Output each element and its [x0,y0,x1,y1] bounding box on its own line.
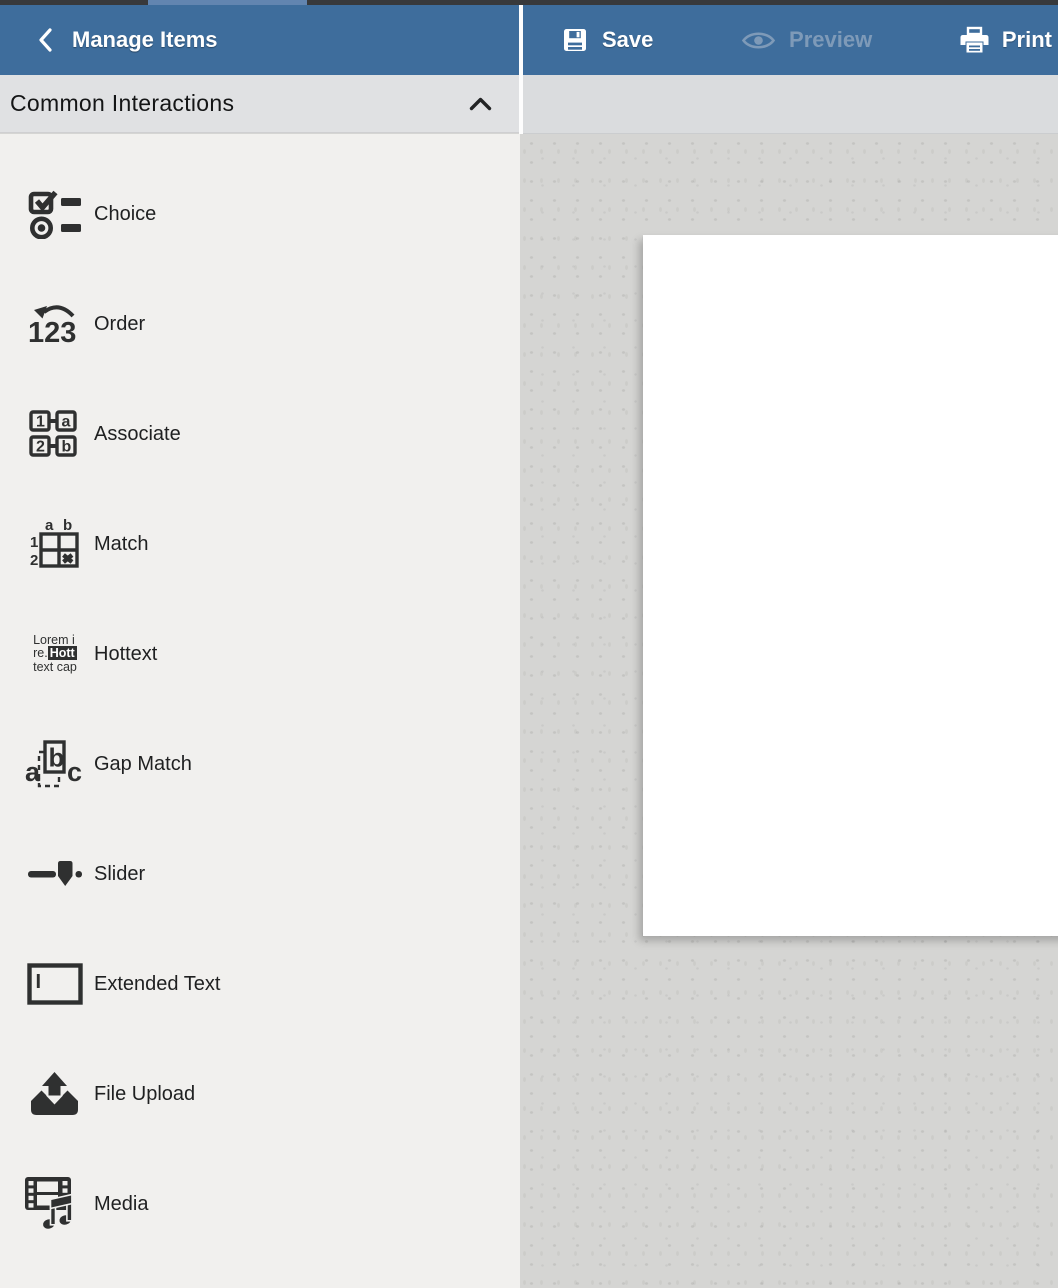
print-button[interactable]: Print [960,26,1052,55]
sidebar-item-extended-text[interactable]: I Extended Text [0,929,520,1039]
sidebar-item-label: Media [94,1193,148,1216]
save-button-label: Save [602,27,653,53]
extended-text-icon: I [22,963,88,1005]
section-title: Common Interactions [10,90,234,117]
chevron-up-icon [469,97,492,111]
sidebar-item-slider[interactable]: Slider [0,819,520,929]
svg-text:a: a [62,414,71,431]
hottext-icon: Lorem i re.Hott text cap [22,634,88,675]
preview-button[interactable]: Preview [741,27,872,53]
svg-text:2: 2 [36,439,45,456]
svg-text:c: c [67,757,82,787]
sidebar-item-media[interactable]: Media [0,1149,520,1259]
svg-text:b: b [62,439,72,456]
sidebar-item-label: Order [94,313,145,336]
svg-text:b: b [63,519,72,534]
slider-icon [22,860,88,888]
sidebar-item-label: File Upload [94,1083,195,1106]
sidebar-item-hottext[interactable]: Lorem i re.Hott text cap Hottext [0,599,520,709]
sidebar-item-label: Slider [94,863,145,886]
floppy-disk-icon [561,26,589,54]
item-canvas [520,134,1058,1288]
match-icon: a b 1 2 [22,519,88,569]
svg-text:I: I [36,971,42,993]
chevron-left-icon [38,27,53,53]
file-upload-icon [22,1071,88,1118]
save-button[interactable]: Save [561,26,653,54]
sidebar-item-gap-match[interactable]: a b c Gap Match [0,709,520,819]
media-icon [22,1177,88,1231]
manage-items-button[interactable]: Manage Items [0,5,519,75]
sidebar-item-order[interactable]: 123 Order [0,269,520,379]
sidebar-item-match[interactable]: a b 1 2 Match [0,489,520,599]
sidebar-item-choice[interactable]: Choice [0,159,520,269]
printer-icon [960,26,989,55]
header-toolbar: Save Preview Print [519,5,1058,75]
blank-item-page[interactable] [643,235,1058,936]
svg-text:b: b [49,743,65,773]
gap-match-icon: a b c [22,735,88,793]
order-icon: 123 [22,304,88,344]
eye-icon [741,29,776,52]
choice-icon [22,189,88,239]
svg-text:a: a [45,519,54,534]
panel-divider [519,5,523,134]
common-interactions-section-header[interactable]: Common Interactions [0,75,520,133]
sidebar-item-label: Associate [94,423,181,446]
svg-text:1: 1 [30,534,38,551]
sidebar-item-associate[interactable]: 1 a 2 b Associate [0,379,520,489]
sidebar-item-file-upload[interactable]: File Upload [0,1039,520,1149]
interactions-sidebar: Choice 123 Order [0,134,520,1288]
sidebar-item-label: Extended Text [94,973,220,996]
svg-text:123: 123 [28,317,76,344]
svg-text:2: 2 [30,552,38,569]
sidebar-item-label: Gap Match [94,753,192,776]
sidebar-item-label: Hottext [94,643,157,666]
print-button-label: Print [1002,27,1052,53]
app-header: Manage Items Save Preview [0,5,1058,75]
svg-text:a: a [25,757,41,787]
sidebar-item-label: Match [94,533,148,556]
canvas-toolbar-strip [520,75,1058,134]
svg-text:1: 1 [36,414,45,431]
associate-icon: 1 a 2 b [22,410,88,458]
preview-button-label: Preview [789,27,872,53]
interactions-list: Choice 123 Order [0,134,520,1259]
page-title: Manage Items [72,27,218,53]
sidebar-item-label: Choice [94,203,156,226]
